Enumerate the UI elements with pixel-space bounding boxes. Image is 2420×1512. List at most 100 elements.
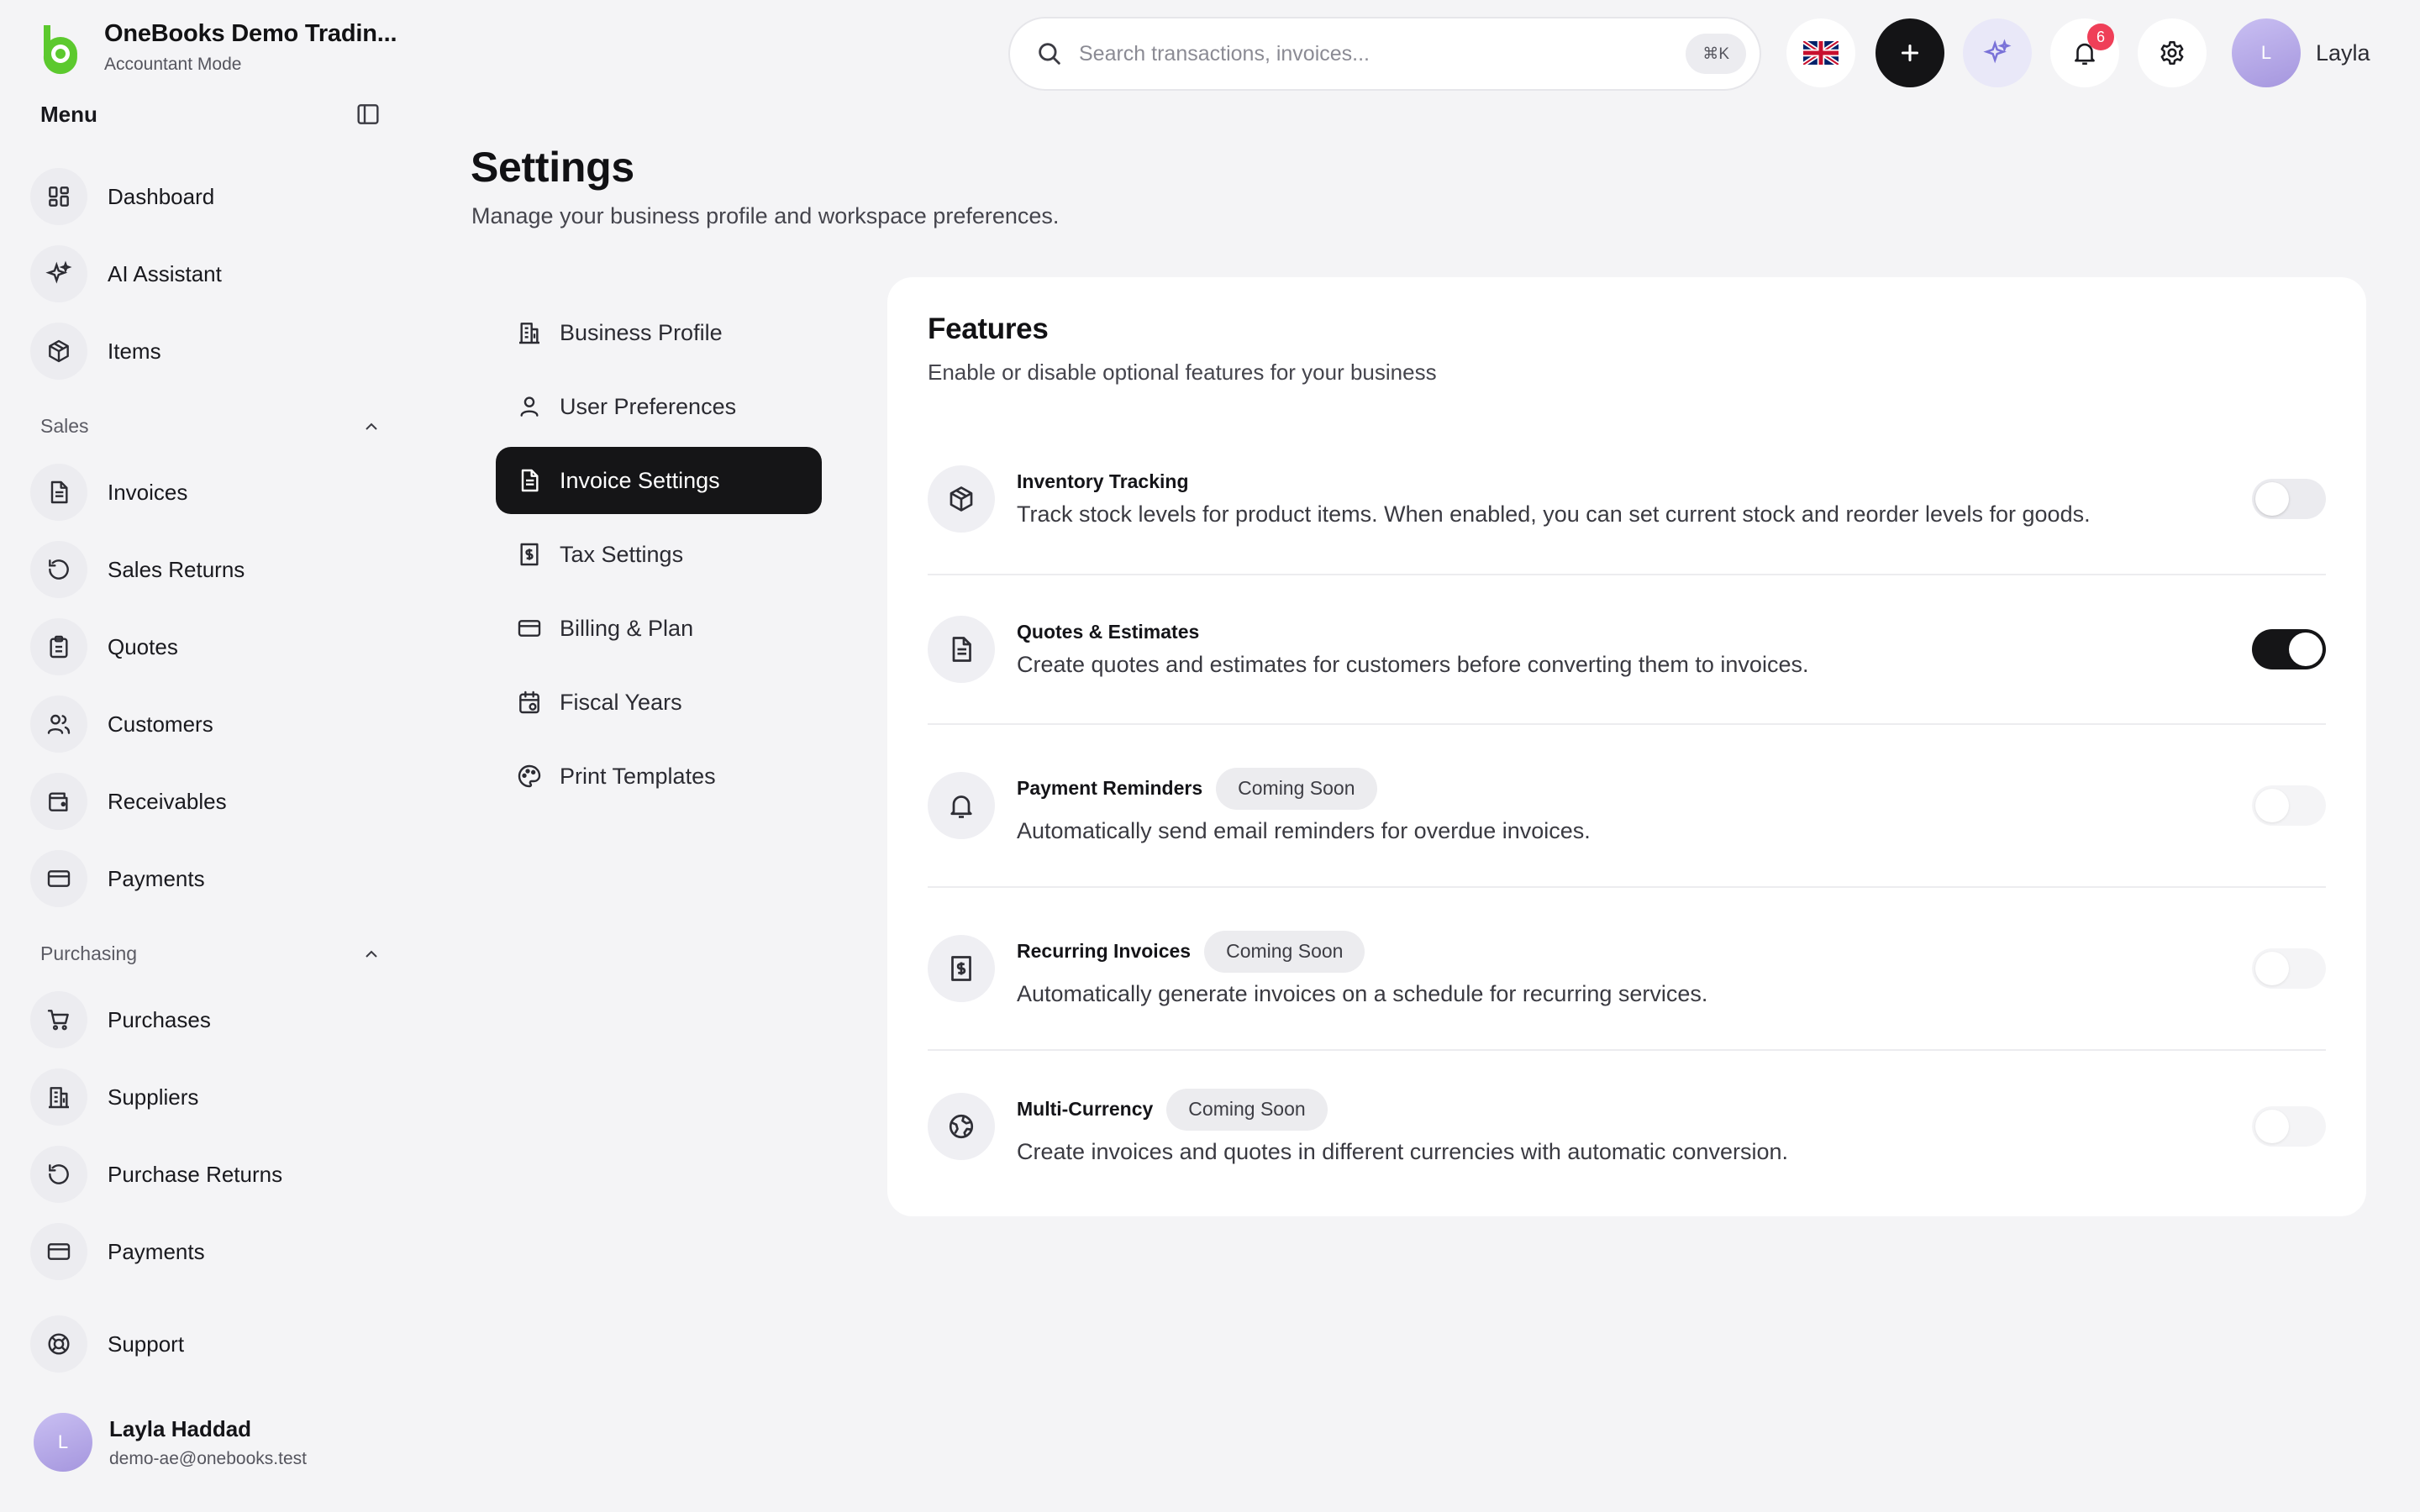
search-bar[interactable]: ⌘K	[1008, 17, 1761, 91]
clipboard-icon	[30, 618, 87, 675]
avatar: L	[34, 1413, 92, 1472]
search-icon	[1039, 43, 1060, 65]
sales-section-header[interactable]: Sales	[40, 415, 381, 438]
recurring-invoices-toggle[interactable]	[2252, 948, 2326, 989]
sidebar-item-label: AI Assistant	[108, 260, 222, 286]
palette-icon	[518, 764, 541, 788]
sidebar-item-purchase-returns[interactable]: Purchase Returns	[30, 1136, 392, 1213]
sidebar-item-customers[interactable]: Customers	[30, 685, 392, 763]
sparkles-icon	[30, 245, 87, 302]
search-input[interactable]	[1079, 41, 1686, 66]
purchasing-section-label: Purchasing	[40, 942, 138, 964]
calendar-icon	[519, 690, 539, 714]
return-icon	[30, 1146, 87, 1203]
card-icon	[30, 850, 87, 907]
sidebar-purchasing-nav: Purchases Suppliers Purchase Returns Pay…	[30, 981, 392, 1290]
sidebar-item-label: Suppliers	[108, 1084, 199, 1110]
settings-nav-business-profile[interactable]: Business Profile	[496, 299, 822, 366]
sidebar-item-label: Invoices	[108, 479, 188, 505]
sidebar-item-label: Purchases	[108, 1006, 211, 1032]
sidebar-item-payments[interactable]: Payments	[30, 840, 392, 917]
sidebar-support-nav: Support	[30, 1305, 392, 1383]
plus-icon	[1901, 44, 1919, 62]
sidebar-item-label: Payments	[108, 865, 205, 891]
card-icon	[518, 620, 541, 637]
settings-nav-label: User Preferences	[560, 393, 737, 419]
profile-email: demo-ae@onebooks.test	[109, 1448, 307, 1468]
sidebar-toggle-icon[interactable]	[355, 101, 381, 128]
inventory-tracking-toggle[interactable]	[2252, 479, 2326, 519]
brand[interactable]: OneBooks Demo Tradin... Accountant Mode	[32, 18, 397, 76]
sidebar-item-quotes[interactable]: Quotes	[30, 608, 392, 685]
user-icon	[520, 396, 539, 417]
payment-reminders-toggle[interactable]	[2252, 785, 2326, 826]
menu-label: Menu	[40, 101, 97, 127]
feature-title: Multi-Currency	[1017, 1098, 1154, 1120]
settings-nav-label: Tax Settings	[560, 541, 684, 567]
feature-title: Quotes & Estimates	[1017, 621, 1200, 643]
feature-multi-currency: Multi-Currency Coming Soon Create invoic…	[928, 1051, 2326, 1202]
settings-nav-tax-settings[interactable]: Tax Settings	[496, 521, 822, 588]
sidebar-item-ai-assistant[interactable]: AI Assistant	[30, 235, 392, 312]
receipt-dollar-icon	[928, 935, 995, 1002]
user-menu[interactable]: L Layla	[2232, 18, 2370, 87]
document-icon	[521, 469, 539, 492]
coming-soon-badge: Coming Soon	[1204, 930, 1365, 973]
menu-header: Menu	[40, 101, 381, 128]
settings-nav-print-templates[interactable]: Print Templates	[496, 743, 822, 810]
business-name: OneBooks Demo Tradin...	[104, 19, 397, 47]
settings-nav-label: Fiscal Years	[560, 689, 682, 715]
receipt-dollar-icon	[520, 543, 539, 566]
sidebar-item-purchase-payments[interactable]: Payments	[30, 1213, 392, 1290]
sidebar-item-support[interactable]: Support	[30, 1305, 392, 1383]
sidebar-item-label: Sales Returns	[108, 556, 245, 582]
sidebar-item-purchases[interactable]: Purchases	[30, 981, 392, 1058]
settings-button[interactable]	[2138, 18, 2207, 87]
users-icon	[30, 696, 87, 753]
toggle-knob	[2255, 789, 2289, 822]
sidebar-item-receivables[interactable]: Receivables	[30, 763, 392, 840]
multi-currency-toggle[interactable]	[2252, 1106, 2326, 1147]
settings-nav-fiscal-years[interactable]: Fiscal Years	[496, 669, 822, 736]
ai-assistant-button[interactable]	[1963, 18, 2032, 87]
sidebar-item-dashboard[interactable]: Dashboard	[30, 158, 392, 235]
sidebar-item-invoices[interactable]: Invoices	[30, 454, 392, 531]
purchasing-section-header[interactable]: Purchasing	[40, 942, 381, 965]
coming-soon-badge: Coming Soon	[1166, 1088, 1328, 1131]
feature-inventory-tracking: Inventory Tracking Track stock levels fo…	[928, 426, 2326, 575]
create-new-button[interactable]	[1876, 18, 1944, 87]
settings-nav-invoice-settings[interactable]: Invoice Settings	[496, 447, 822, 514]
settings-nav-billing-plan[interactable]: Billing & Plan	[496, 595, 822, 662]
sidebar-item-label: Payments	[108, 1238, 205, 1264]
return-icon	[30, 541, 87, 598]
feature-description: Create quotes and estimates for customer…	[1017, 652, 1809, 677]
box-icon	[30, 323, 87, 380]
invoice-icon	[30, 464, 87, 521]
feature-title: Inventory Tracking	[1017, 470, 1189, 492]
user-profile[interactable]: L Layla Haddad demo-ae@onebooks.test	[34, 1413, 307, 1472]
settings-nav-label: Billing & Plan	[560, 615, 694, 641]
chevron-up-icon	[366, 423, 377, 430]
quotes-estimates-toggle[interactable]	[2252, 629, 2326, 669]
sidebar-item-sales-returns[interactable]: Sales Returns	[30, 531, 392, 608]
chevron-up-icon	[366, 950, 377, 958]
box-icon	[928, 465, 995, 533]
wallet-icon	[30, 773, 87, 830]
sidebar-item-label: Dashboard	[108, 183, 215, 209]
toggle-knob	[2255, 952, 2289, 985]
sidebar-item-items[interactable]: Items	[30, 312, 392, 390]
sidebar-item-suppliers[interactable]: Suppliers	[30, 1058, 392, 1136]
card-icon	[30, 1223, 87, 1280]
sidebar-main-nav: Dashboard AI Assistant Items	[30, 158, 392, 390]
feature-title: Recurring Invoices	[1017, 940, 1192, 962]
language-button[interactable]	[1786, 18, 1855, 87]
settings-nav-label: Business Profile	[560, 319, 723, 345]
settings-nav-user-preferences[interactable]: User Preferences	[496, 373, 822, 440]
page-title: Settings	[471, 144, 634, 191]
notifications-button[interactable]: 6	[2050, 18, 2119, 87]
features-title: Features	[928, 312, 1049, 345]
feature-payment-reminders: Payment Reminders Coming Soon Automatica…	[928, 725, 2326, 888]
toggle-knob	[2255, 482, 2289, 516]
brand-logo-icon	[43, 25, 77, 75]
feature-description: Automatically send email reminders for o…	[1017, 817, 1591, 843]
